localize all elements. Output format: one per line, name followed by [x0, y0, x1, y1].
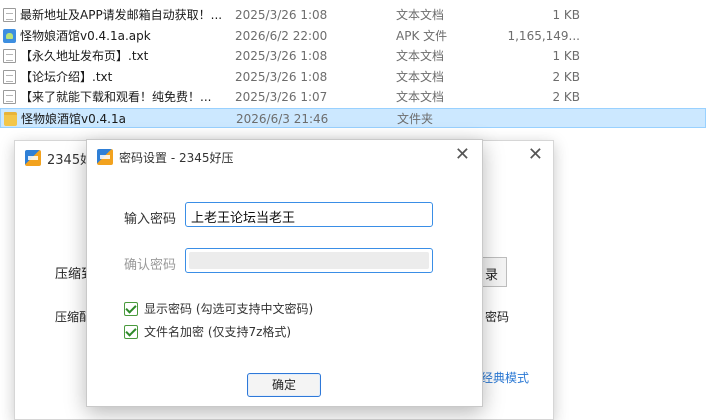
file-size: 1 KB [552, 49, 580, 63]
confirm-password-label: 确认密码 [124, 258, 177, 273]
file-type: 文本文档 [396, 8, 445, 22]
show-password-label: 显示密码 (勾选可支持中文密码) [144, 302, 314, 316]
file-name: 【来了就能下载和观看！纯免费！... [20, 90, 212, 104]
password-dialog: 密码设置 - 2345好压 ✕ 输入密码 上老王论坛当老王 确认密码 显示密码 … [86, 139, 483, 407]
file-size: 1,165,149... [507, 28, 580, 43]
file-row[interactable]: 【永久地址发布页】.txt 2025/3/26 1:08 文本文档 1 KB [0, 46, 706, 67]
encrypt-filenames-label: 文件名加密 (仅支持7z格式) [144, 325, 292, 339]
file-date: 2025/3/26 1:07 [235, 90, 328, 104]
apk-icon [3, 28, 16, 43]
file-name: 【论坛介绍】.txt [20, 69, 113, 84]
file-type: 文本文档 [396, 90, 445, 104]
show-password-option[interactable]: 显示密码 (勾选可支持中文密码) [124, 300, 313, 317]
app-logo-icon [25, 150, 41, 166]
dialog-title: 密码设置 - 2345好压 [119, 151, 234, 165]
file-type: 文件夹 [397, 111, 434, 126]
confirm-password-disabled-fill [189, 252, 429, 269]
file-row[interactable]: 怪物娘酒馆v0.4.1a.apk 2026/6/2 22:00 APK 文件 1… [0, 26, 706, 47]
file-name: 怪物娘酒馆v0.4.1a [21, 111, 126, 126]
show-password-checkbox[interactable] [124, 301, 138, 316]
file-row-selected[interactable]: 怪物娘酒馆v0.4.1a 2026/6/3 21:46 文件夹 [0, 107, 706, 128]
file-type: 文本文档 [396, 49, 445, 63]
document-icon [3, 90, 16, 104]
file-date: 2026/6/2 22:00 [235, 28, 328, 43]
document-icon [3, 8, 16, 22]
file-size: 1 KB [552, 8, 580, 22]
file-name: 怪物娘酒馆v0.4.1a.apk [20, 28, 151, 43]
close-icon[interactable]: ✕ [528, 145, 543, 165]
encrypt-filenames-option[interactable]: 文件名加密 (仅支持7z格式) [124, 323, 291, 340]
file-row[interactable]: 【论坛介绍】.txt 2025/3/26 1:08 文本文档 2 KB [0, 67, 706, 88]
file-date: 2025/3/26 1:08 [235, 8, 328, 22]
encrypt-filenames-checkbox[interactable] [124, 324, 138, 339]
password-label: 输入密码 [124, 212, 177, 227]
document-icon [3, 69, 16, 84]
file-date: 2025/3/26 1:08 [235, 49, 328, 63]
file-list: 最新地址及APP请发邮箱自动获取！... 2025/3/26 1:08 文本文档… [0, 5, 710, 128]
password-link[interactable]: 密码 [485, 308, 509, 325]
file-type: 文本文档 [396, 69, 445, 84]
document-icon [3, 49, 16, 63]
file-type: APK 文件 [396, 28, 448, 43]
confirm-password-input[interactable] [185, 248, 433, 273]
file-size: 2 KB [552, 69, 580, 84]
file-name: 最新地址及APP请发邮箱自动获取！... [20, 8, 223, 22]
file-name: 【永久地址发布页】.txt [20, 49, 149, 63]
folder-icon [4, 111, 17, 126]
password-input[interactable]: 上老王论坛当老王 [185, 202, 433, 227]
ok-button[interactable]: 确定 [247, 373, 321, 397]
file-row[interactable]: 最新地址及APP请发邮箱自动获取！... 2025/3/26 1:08 文本文档… [0, 5, 706, 26]
file-size: 2 KB [552, 90, 580, 104]
close-icon[interactable]: ✕ [455, 145, 470, 165]
classic-mode-link[interactable]: 经典模式 [481, 369, 529, 386]
file-date: 2026/6/3 21:46 [236, 111, 329, 126]
file-row[interactable]: 【来了就能下载和观看！纯免费！... 2025/3/26 1:07 文本文档 2… [0, 87, 706, 108]
app-logo-icon [97, 149, 113, 165]
file-date: 2025/3/26 1:08 [235, 69, 328, 84]
